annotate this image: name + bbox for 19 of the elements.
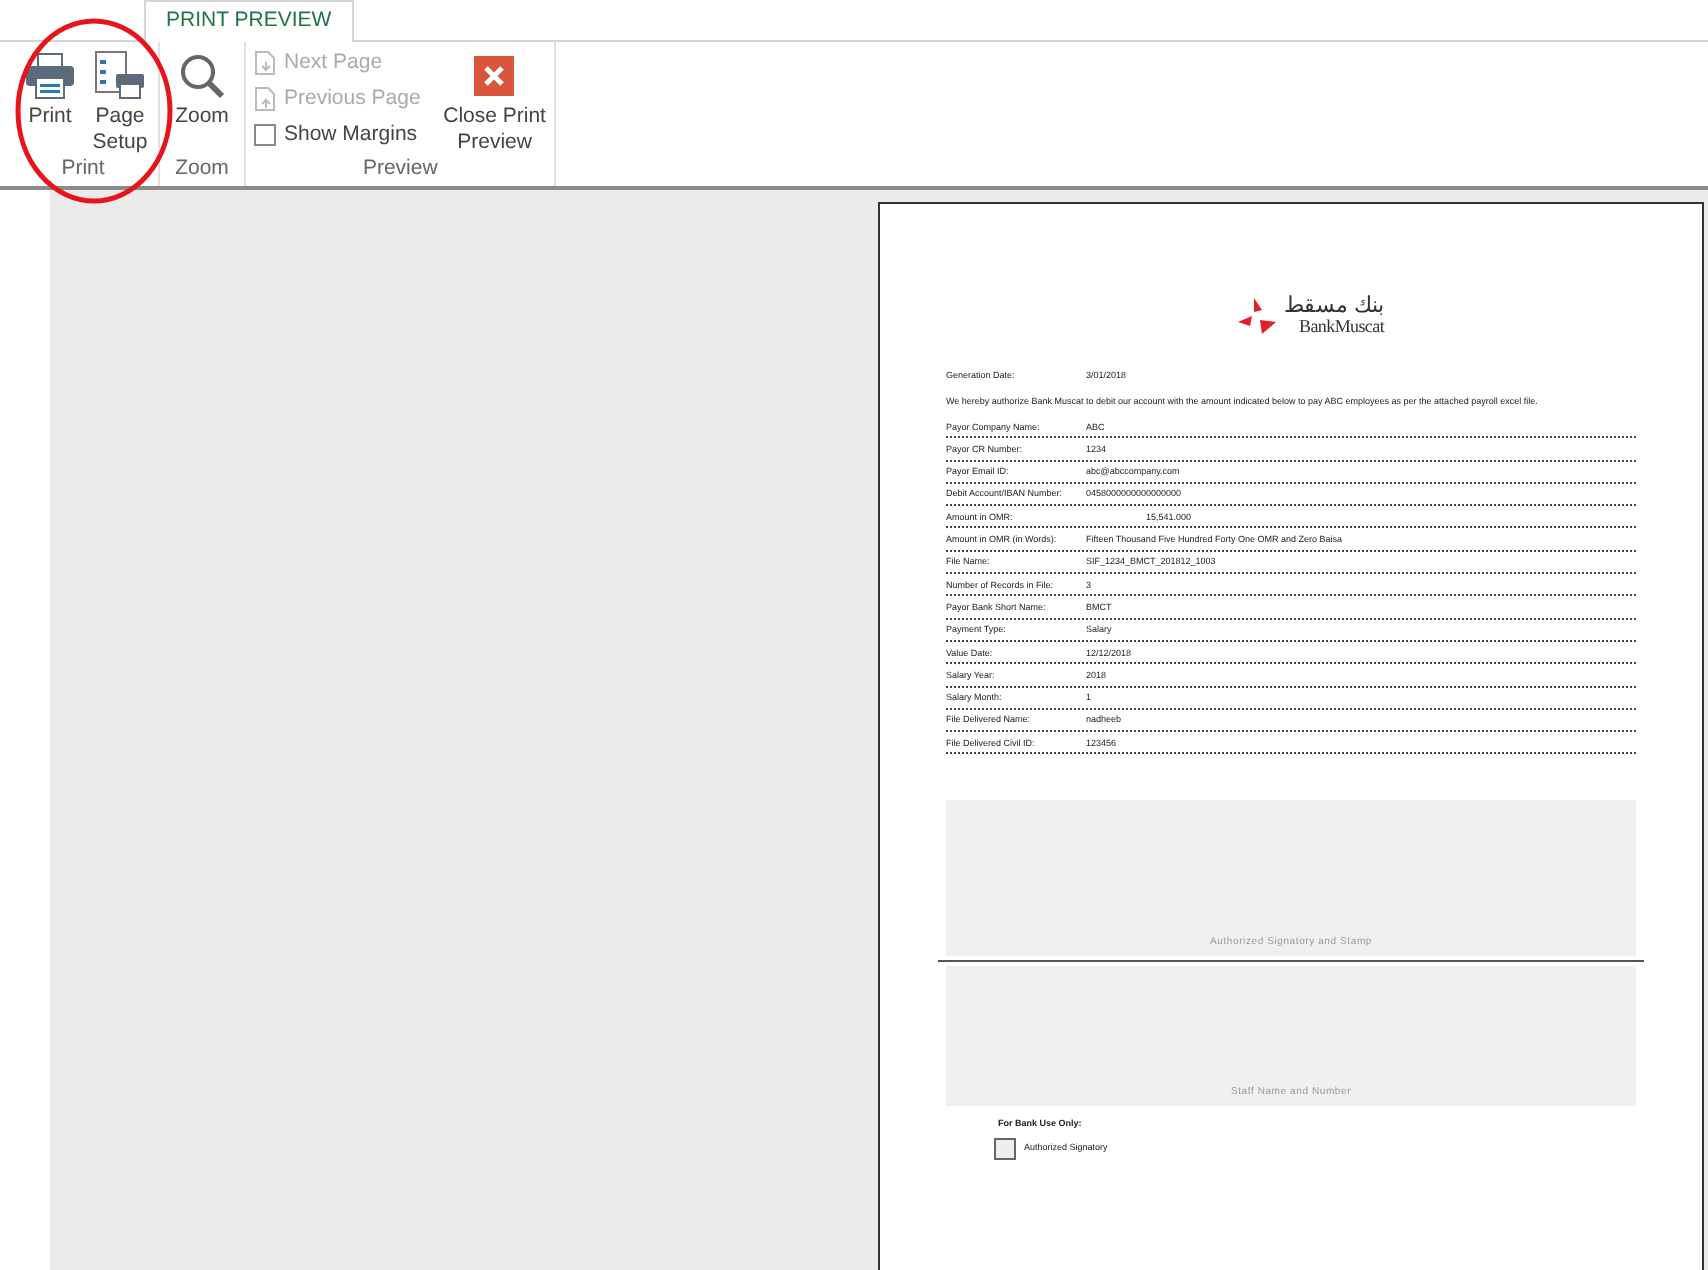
page-setup-button[interactable]: Page Setup (90, 42, 150, 156)
search-icon (178, 52, 226, 100)
show-margins-checkbox[interactable]: Show Margins (254, 118, 421, 152)
group-label: Zoom (173, 156, 231, 184)
bank-use-checkbox[interactable] (994, 1138, 1016, 1161)
logo-text: BankMuscat (1299, 318, 1385, 336)
close-print-preview-button[interactable]: Close Print Preview (442, 42, 547, 156)
zoom-button[interactable]: Zoom (168, 42, 236, 156)
group-label: Print (59, 156, 107, 184)
page-printer-icon (94, 50, 146, 102)
close-icon (474, 56, 515, 96)
logo-arabic-text: بنك مسقط (1283, 296, 1385, 318)
page-down-icon (254, 50, 278, 76)
logo-icon (1237, 298, 1278, 334)
group-label: Preview (360, 156, 440, 184)
print-button[interactable]: Print (16, 42, 84, 156)
printer-icon (24, 52, 76, 100)
page-up-icon (254, 86, 278, 112)
ribbon-tab[interactable]: PRINT PREVIEW (144, 0, 354, 42)
